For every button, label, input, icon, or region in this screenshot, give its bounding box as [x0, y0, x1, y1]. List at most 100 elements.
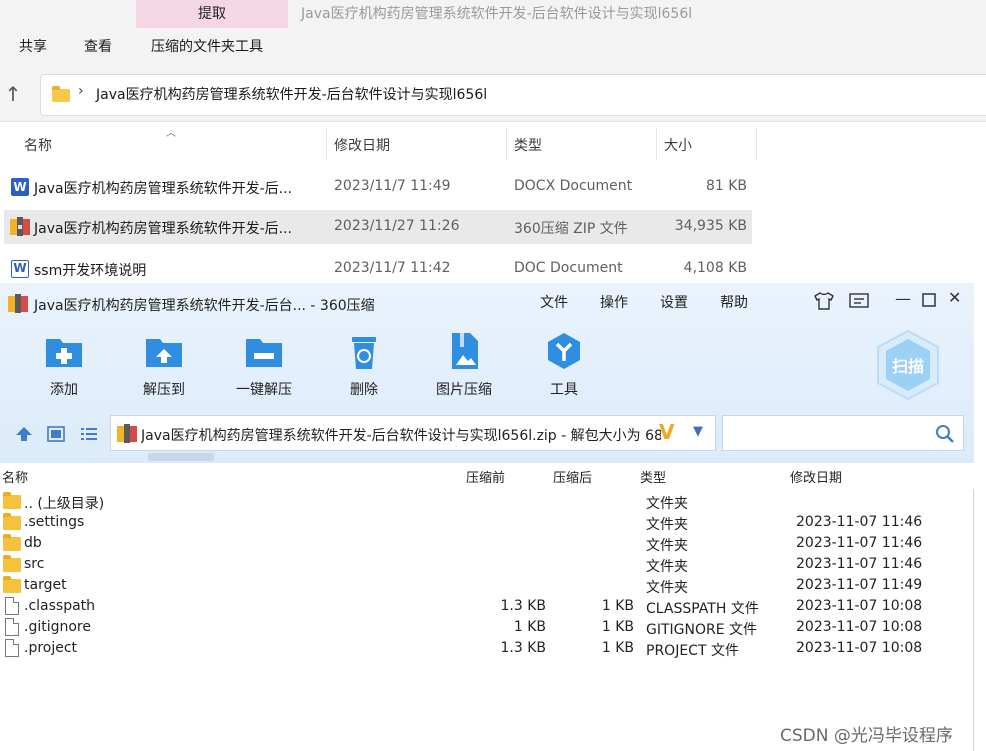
verified-icon: V: [659, 420, 675, 444]
tools-label: 工具: [550, 382, 578, 398]
zip-app-icon: [8, 294, 28, 313]
zip-row[interactable]: db 文件夹 2023-11-07 11:46: [0, 533, 974, 554]
one-click-extract-button[interactable]: 一键解压: [224, 331, 304, 401]
word-doc-icon: W: [11, 260, 29, 278]
minimize-icon[interactable]: —: [895, 289, 911, 308]
folder-icon: [3, 492, 21, 509]
up-level-icon[interactable]: [15, 426, 33, 442]
entry-name: .. (上级目录): [24, 496, 105, 512]
extract-to-button[interactable]: 解压到: [124, 331, 204, 401]
file-size: 4,108 KB: [683, 260, 747, 276]
add-button[interactable]: 添加: [24, 331, 104, 401]
entry-name: target: [24, 577, 67, 593]
entry-date: 2023-11-07 11:49: [796, 577, 923, 593]
watermark: CSDN @光冯毕设程序: [780, 726, 953, 746]
entry-date: 2023-11-07 11:46: [796, 556, 923, 572]
column-before[interactable]: 压缩前: [466, 467, 505, 486]
address-row: ↑ › Java医疗机构药房管理系统软件开发-后台软件设计与实现l656l: [0, 70, 986, 122]
entry-size-before: 1 KB: [513, 619, 546, 635]
column-date[interactable]: 修改日期: [790, 467, 842, 486]
sort-up-icon: ︿: [166, 128, 176, 139]
zip-row[interactable]: .project 1.3 KB 1 KB PROJECT 文件 2023-11-…: [0, 638, 974, 659]
tools-icon: [548, 333, 580, 369]
file-name: ssm开发环境说明: [34, 263, 147, 279]
entry-type: GITIGNORE 文件: [646, 622, 758, 638]
column-after[interactable]: 压缩后: [553, 467, 592, 486]
zip-row[interactable]: src 文件夹 2023-11-07 11:46: [0, 554, 974, 575]
maximize-icon[interactable]: [922, 293, 936, 307]
column-name[interactable]: 名称: [24, 135, 52, 155]
chevron-right-icon[interactable]: ›: [78, 83, 84, 99]
file-date: 2023/11/7 11:49: [334, 178, 451, 194]
scan-button[interactable]: 扫描: [876, 329, 940, 401]
entry-size-after: 1 KB: [601, 640, 634, 656]
column-type[interactable]: 类型: [640, 467, 666, 486]
entry-size-after: 1 KB: [601, 598, 634, 614]
file-icon: [5, 597, 19, 615]
archive-path: Java医疗机构药房管理系统软件开发-后台软件设计与实现l656l.zip - …: [141, 428, 661, 444]
file-type: 360压缩 ZIP 文件: [514, 221, 628, 237]
menu-settings[interactable]: 设置: [660, 292, 688, 312]
zip-row[interactable]: .settings 文件夹 2023-11-07 11:46: [0, 512, 974, 533]
folder-icon: [3, 513, 21, 530]
zip-archive-icon: [117, 424, 137, 443]
entry-name: .gitignore: [24, 619, 91, 635]
tab-extract[interactable]: 提取: [136, 0, 288, 28]
file-row[interactable]: W Java医疗机构药房管理系统软件开发-后... 2023/11/7 11:4…: [4, 170, 752, 204]
ribbon-tab-view[interactable]: 查看: [84, 36, 112, 56]
entry-type: 文件夹: [646, 496, 688, 512]
entry-name: .settings: [24, 514, 85, 530]
entry-date: 2023-11-07 10:08: [796, 640, 923, 656]
entry-size-after: 1 KB: [601, 619, 634, 635]
entry-type: CLASSPATH 文件: [646, 601, 759, 617]
close-icon[interactable]: ✕: [948, 288, 961, 307]
thumbnail-view-icon[interactable]: [47, 426, 65, 442]
up-arrow-icon[interactable]: ↑: [4, 82, 22, 106]
ribbon-tab-compressed-tools[interactable]: 压缩的文件夹工具: [151, 36, 263, 56]
horizontal-scrollbar[interactable]: [148, 453, 214, 461]
file-icon: [5, 639, 19, 657]
file-list-header: ︿ 名称 修改日期 类型 大小: [0, 128, 760, 160]
tools-button[interactable]: 工具: [524, 331, 604, 401]
folder-icon: [3, 576, 21, 593]
archive-path-bar[interactable]: Java医疗机构药房管理系统软件开发-后台软件设计与实现l656l.zip - …: [110, 415, 716, 451]
ribbon-tab-share[interactable]: 共享: [19, 36, 47, 56]
menu-file[interactable]: 文件: [540, 292, 568, 312]
shirt-icon[interactable]: [814, 292, 834, 310]
address-bar[interactable]: › Java医疗机构药房管理系统软件开发-后台软件设计与实现l656l: [40, 74, 986, 116]
extract-to-icon: [146, 339, 182, 367]
word-icon: W: [11, 178, 29, 196]
entry-date: 2023-11-07 10:08: [796, 619, 923, 635]
menu-operate[interactable]: 操作: [600, 292, 628, 312]
entry-type: 文件夹: [646, 517, 688, 533]
image-compress-button[interactable]: 图片压缩: [424, 331, 504, 401]
column-name[interactable]: 名称: [2, 467, 28, 486]
search-icon[interactable]: [935, 424, 955, 444]
delete-label: 删除: [350, 382, 378, 398]
column-size[interactable]: 大小: [664, 135, 692, 155]
zip-row[interactable]: .gitignore 1 KB 1 KB GITIGNORE 文件 2023-1…: [0, 617, 974, 638]
column-type[interactable]: 类型: [514, 135, 542, 155]
entry-name: .classpath: [24, 598, 96, 614]
entry-date: 2023-11-07 10:08: [796, 598, 923, 614]
zip-row[interactable]: .classpath 1.3 KB 1 KB CLASSPATH 文件 2023…: [0, 596, 974, 617]
file-row-selected[interactable]: Java医疗机构药房管理系统软件开发-后... 2023/11/27 11:26…: [4, 210, 752, 244]
file-type: DOC Document: [514, 260, 623, 276]
dropdown-arrow-icon[interactable]: ▼: [693, 424, 703, 439]
file-row[interactable]: W ssm开发环境说明 2023/11/7 11:42 DOC Document…: [4, 252, 752, 286]
ribbon: 共享 查看 压缩的文件夹工具: [0, 30, 986, 70]
menu-help[interactable]: 帮助: [720, 292, 748, 312]
one-click-extract-icon: [246, 339, 282, 367]
delete-button[interactable]: 删除: [324, 331, 404, 401]
search-input[interactable]: [722, 415, 964, 451]
one-click-extract-label: 一键解压: [236, 382, 292, 398]
list-view-icon[interactable]: [80, 426, 98, 442]
column-date[interactable]: 修改日期: [334, 135, 390, 155]
entry-name: db: [24, 535, 42, 551]
entry-date: 2023-11-07 11:46: [796, 535, 923, 551]
message-icon[interactable]: [849, 293, 869, 309]
zip-row-parent[interactable]: .. (上级目录) 文件夹: [0, 491, 974, 512]
zip-row[interactable]: target 文件夹 2023-11-07 11:49: [0, 575, 974, 596]
image-compress-label: 图片压缩: [436, 382, 492, 398]
folder-icon: [3, 555, 21, 572]
